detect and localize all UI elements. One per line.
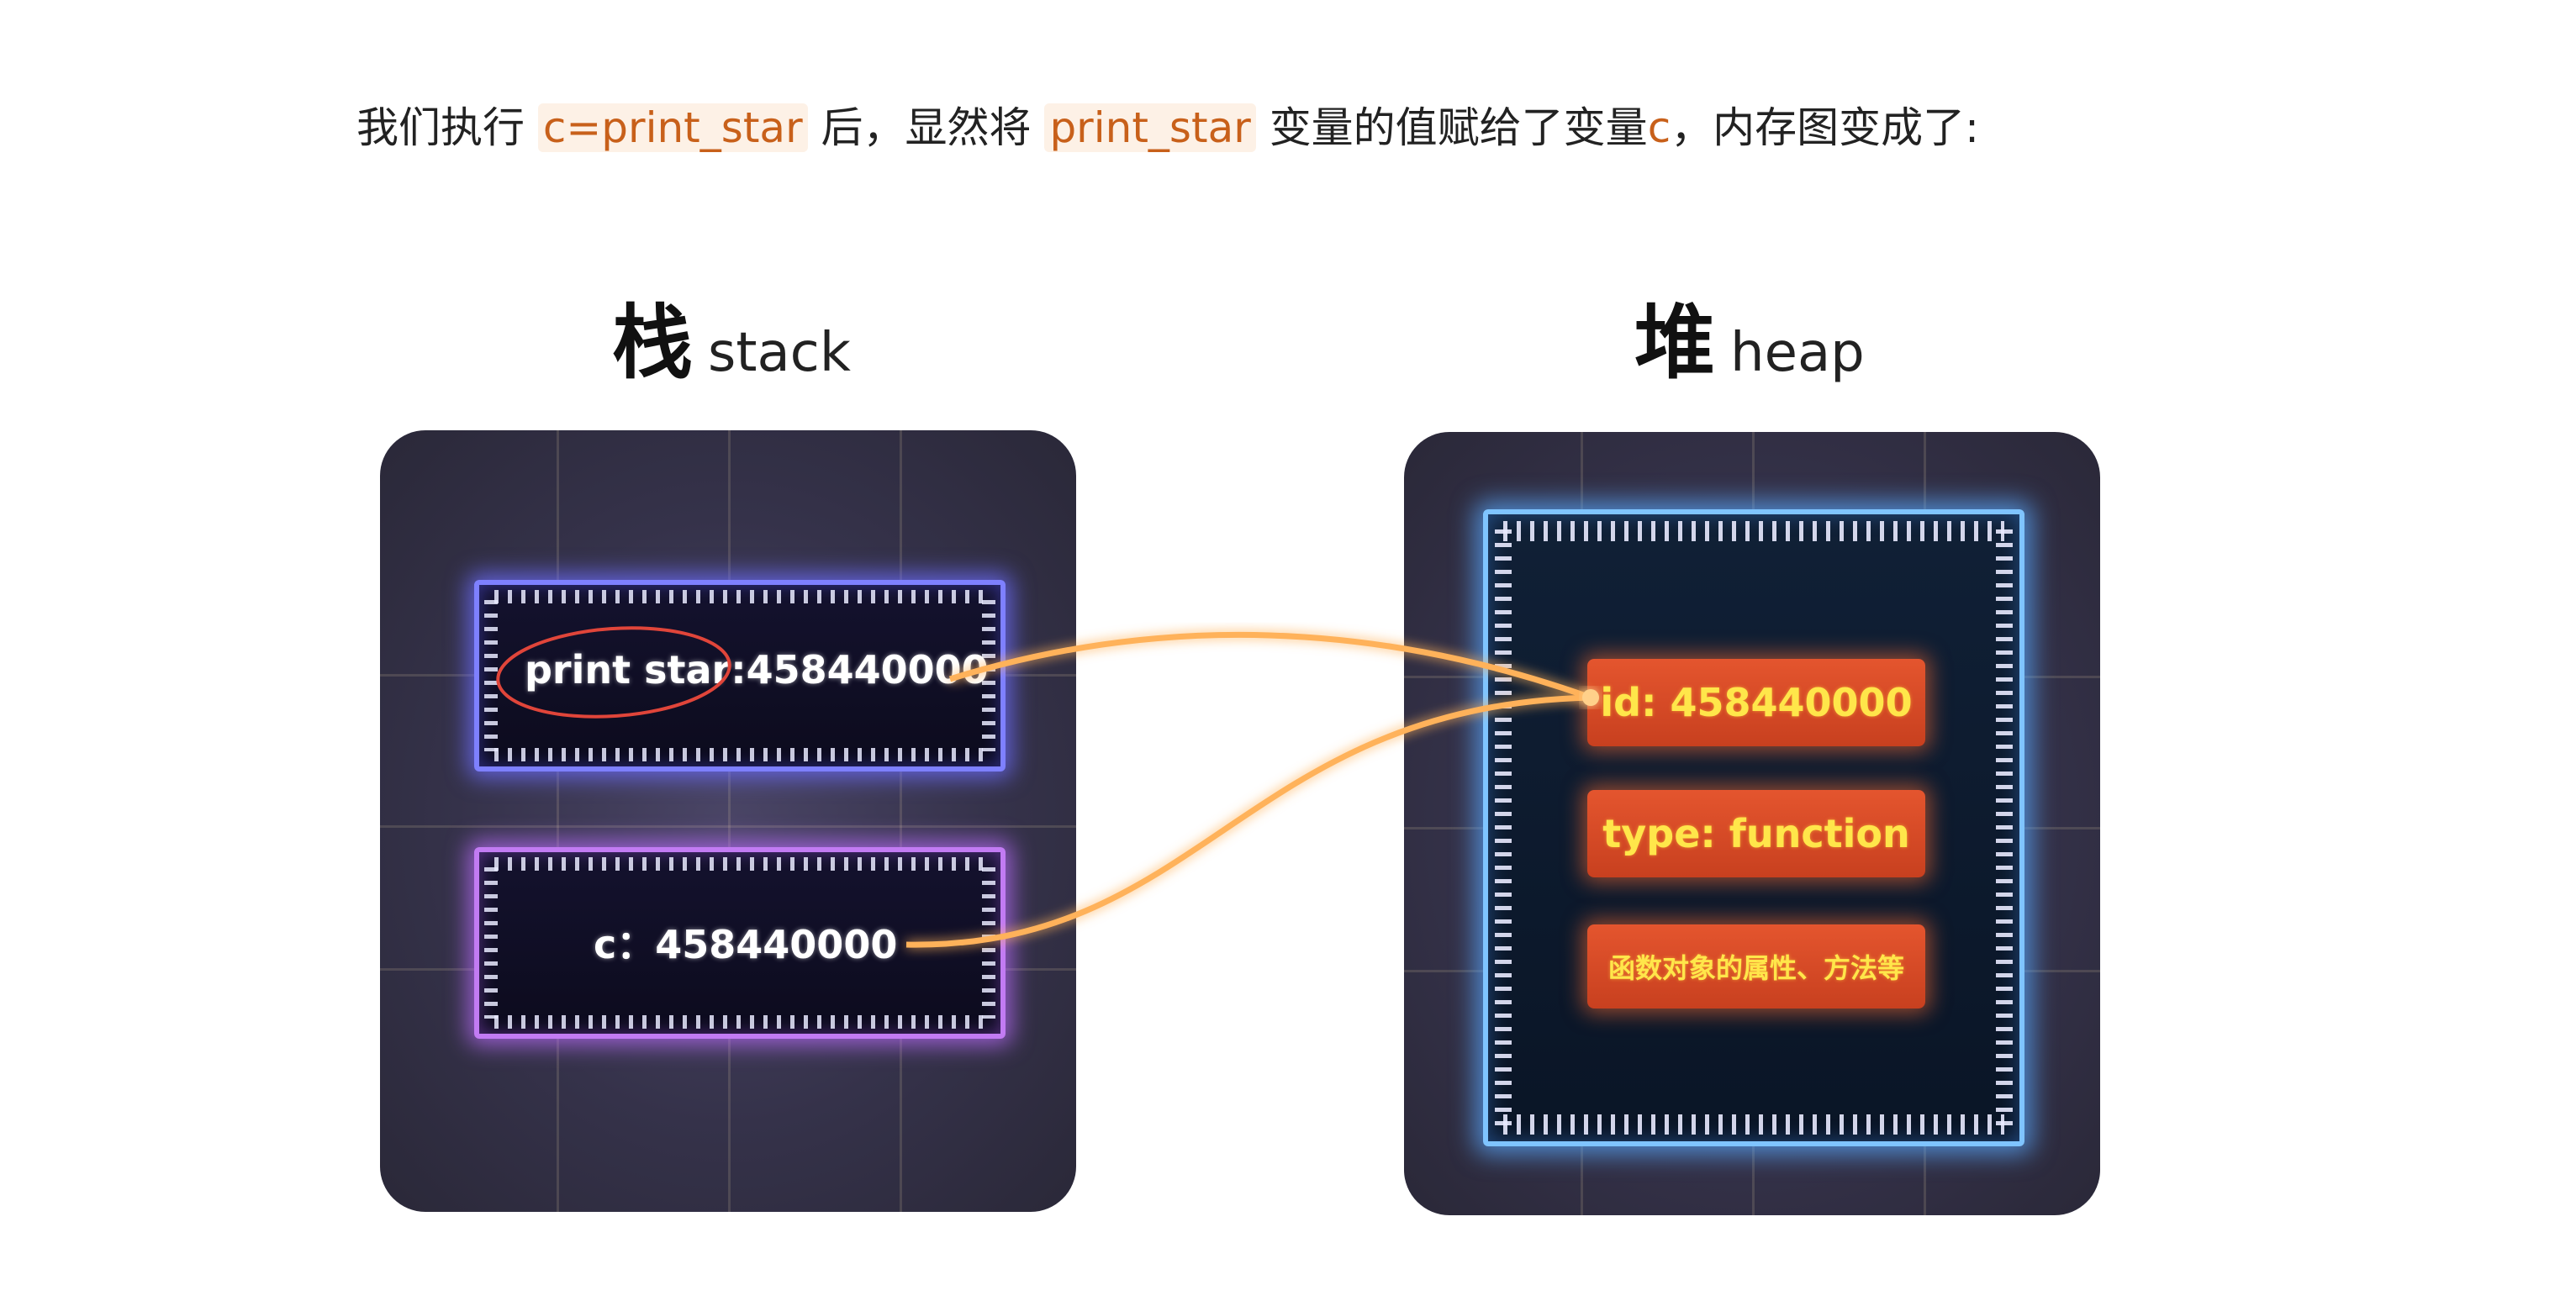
stack-title-en: stack — [708, 322, 851, 384]
chip-pins — [484, 867, 498, 1019]
heap-field-attributes: 函数对象的属性、方法等 — [1587, 924, 1925, 1008]
chip-pins — [1495, 529, 1512, 1126]
inline-code-assignment: c=print_star — [537, 103, 808, 152]
stack-title: 栈 stack — [612, 277, 851, 394]
intro-end: ，内存图变成了: — [1671, 103, 1980, 152]
stack-title-zh: 栈 — [612, 296, 693, 390]
grid-line — [900, 430, 902, 1212]
chip-pins — [1503, 1114, 2004, 1135]
inline-code-print-star: print_star — [1044, 103, 1256, 152]
stack-cell-print-star: print star:458440000 — [474, 580, 1006, 771]
heap-panel: id: 458440000 type: function 函数对象的属性、方法等 — [1404, 432, 2100, 1215]
grid-line — [728, 430, 731, 1212]
stack-cell-label: print star:458440000 — [525, 647, 989, 692]
intro-prefix: 我们执行 — [356, 103, 525, 152]
chip-pins — [494, 1015, 985, 1029]
stack-cell-c: c：458440000 — [474, 847, 1006, 1039]
grid-line — [380, 825, 1076, 828]
chip-pins — [494, 590, 985, 603]
intro-middle: 后，显然将 — [821, 103, 1032, 152]
stack-cell-label: c：458440000 — [594, 922, 898, 967]
heap-memory-chip: id: 458440000 type: function 函数对象的属性、方法等 — [1483, 509, 2024, 1146]
heap-field-type: type: function — [1587, 790, 1925, 877]
chip-pins — [494, 748, 985, 761]
chip-pins — [1503, 521, 2004, 541]
inline-code-c: c — [1647, 103, 1671, 152]
chip-pins — [484, 600, 498, 751]
heap-title-en: heap — [1730, 322, 1865, 384]
intro-suffix: 变量的值赋给了变量 — [1269, 103, 1648, 152]
grid-line — [557, 430, 559, 1212]
chip-pins — [1996, 529, 2013, 1126]
chip-pins — [982, 867, 995, 1019]
heap-title-zh: 堆 — [1634, 296, 1715, 390]
chip-pins — [494, 857, 985, 871]
heap-title: 堆 heap — [1634, 277, 1865, 394]
intro-sentence: 我们执行 c=print_star 后，显然将 print_star 变量的值赋… — [356, 94, 1979, 161]
heap-field-id: id: 458440000 — [1587, 659, 1925, 746]
stack-panel: print star:458440000 c：458440000 — [380, 430, 1076, 1212]
